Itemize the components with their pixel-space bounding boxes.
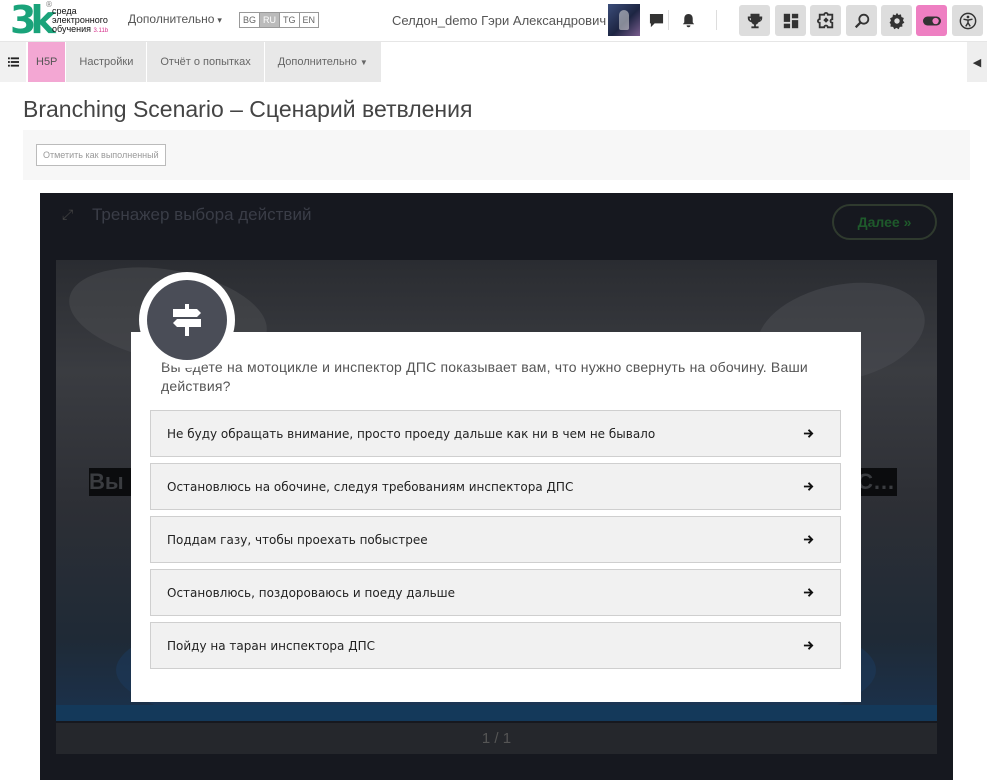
player-header: ⤢ Тренажер выбора действий Далее » — [40, 193, 953, 253]
logo-line-3: обучения 3.11b — [52, 25, 108, 36]
tab-label: H5P — [36, 56, 58, 68]
mark-done-button[interactable]: Отметить как выполненный — [36, 144, 166, 166]
progress-bar — [56, 705, 937, 721]
answer-option-label: Не буду обращать внимание, просто проеду… — [167, 426, 656, 441]
tab-label: Настройки — [79, 56, 134, 68]
arrow-right-icon — [802, 425, 814, 441]
completion-bar: Отметить как выполненный — [23, 130, 970, 180]
tab-more[interactable]: Дополнительно ▼ — [264, 42, 382, 82]
logo-text: среда электронного обучения 3.11b — [52, 7, 108, 36]
answer-option[interactable]: Поддам газу, чтобы проехать побыстрее — [150, 516, 841, 563]
chevron-down-icon: ▾ — [217, 15, 222, 25]
branching-question-dialog: Вы едете на мотоцикле и инспектор ДПС по… — [131, 332, 861, 702]
search-zoom-icon[interactable] — [846, 5, 877, 36]
arrow-right-icon — [802, 637, 814, 653]
right-drawer-toggle[interactable]: ◀ — [967, 42, 987, 82]
lang-ru[interactable]: RU — [260, 13, 281, 27]
answer-option[interactable]: Остановлюсь на обочине, следуя требовани… — [150, 463, 841, 510]
lang-tg[interactable]: TG — [280, 13, 300, 27]
bell-icon[interactable] — [678, 10, 698, 30]
tab-settings[interactable]: Настройки — [66, 42, 148, 82]
header-divider — [668, 10, 669, 30]
answer-option[interactable]: Пойду на таран инспектора ДПС — [150, 622, 841, 669]
site-logo[interactable]: 3k ® среда электронного обучения 3.11b — [8, 0, 126, 40]
arrow-right-icon — [802, 531, 814, 547]
chat-icon[interactable] — [646, 10, 666, 30]
logo-line-3-text: обучения — [52, 24, 92, 34]
list-icon — [7, 57, 19, 67]
answer-options: Не буду обращать внимание, просто проеду… — [150, 410, 841, 675]
answer-option-label: Остановлюсь, поздороваюсь и поеду дальше — [167, 585, 456, 600]
answer-option[interactable]: Остановлюсь, поздороваюсь и поеду дальше — [150, 569, 841, 616]
page-indicator: 1 / 1 — [56, 723, 937, 754]
next-button-label: Далее — [857, 214, 900, 230]
more-menu[interactable]: Дополнительно ▾ — [128, 12, 222, 26]
signpost-badge — [147, 280, 227, 360]
tab-label: Дополнительно — [277, 56, 357, 68]
trophy-icon[interactable] — [739, 5, 770, 36]
arrow-right-icon — [802, 584, 814, 600]
question-text: Вы едете на мотоцикле и инспектор ДПС по… — [161, 359, 808, 394]
logo-version: 3.11b — [93, 28, 109, 34]
progress-fill — [56, 705, 937, 721]
signpost-icon — [173, 304, 201, 336]
lang-en[interactable]: EN — [299, 13, 319, 27]
tab-h5p[interactable]: H5P — [28, 42, 67, 82]
scene-caption-right: С… — [857, 469, 895, 494]
tab-bar: H5P Настройки Отчёт о попытках Дополните… — [28, 42, 382, 82]
answer-option-label: Пойду на таран инспектора ДПС — [167, 638, 375, 653]
top-header: 3k ® среда электронного обучения 3.11b Д… — [0, 0, 987, 42]
next-button[interactable]: Далее » — [832, 204, 937, 240]
lang-bg[interactable]: BG — [240, 13, 261, 27]
language-switcher: BG RU TG EN — [239, 12, 320, 28]
toggle-icon[interactable] — [916, 5, 947, 36]
chevron-left-icon: ◀ — [972, 55, 982, 69]
dashboard-grid-icon[interactable] — [775, 5, 806, 36]
answer-option[interactable]: Не буду обращать внимание, просто проеду… — [150, 410, 841, 457]
answer-option-label: Остановлюсь на обочине, следуя требовани… — [167, 479, 574, 494]
page-title: Branching Scenario – Сценарий ветвления — [23, 96, 473, 122]
avatar[interactable] — [608, 4, 640, 36]
puzzle-icon[interactable] — [810, 5, 841, 36]
tab-label: Отчёт о попытках — [160, 56, 251, 68]
user-name[interactable]: Селдон_demo Гэри Александрович — [392, 13, 606, 28]
gear-icon[interactable] — [881, 5, 912, 36]
more-menu-label: Дополнительно — [128, 12, 215, 26]
player-title: Тренажер выбора действий — [92, 205, 312, 224]
secondary-nav: H5P Настройки Отчёт о попытках Дополните… — [0, 42, 987, 82]
scene-caption-left: Вы — [89, 469, 124, 494]
answer-option-label: Поддам газу, чтобы проехать побыстрее — [167, 532, 428, 547]
header-divider — [716, 10, 717, 30]
chevron-down-icon: ▼ — [359, 57, 368, 67]
fullscreen-icon[interactable]: ⤢ — [62, 207, 73, 223]
logo-mark: 3k — [10, 0, 56, 42]
arrow-right-icon — [802, 478, 814, 494]
accessibility-icon[interactable] — [952, 5, 983, 36]
chevron-double-right-icon: » — [903, 214, 912, 230]
drawer-toggle[interactable] — [0, 42, 26, 82]
tab-attempts-report[interactable]: Отчёт о попытках — [147, 42, 265, 82]
